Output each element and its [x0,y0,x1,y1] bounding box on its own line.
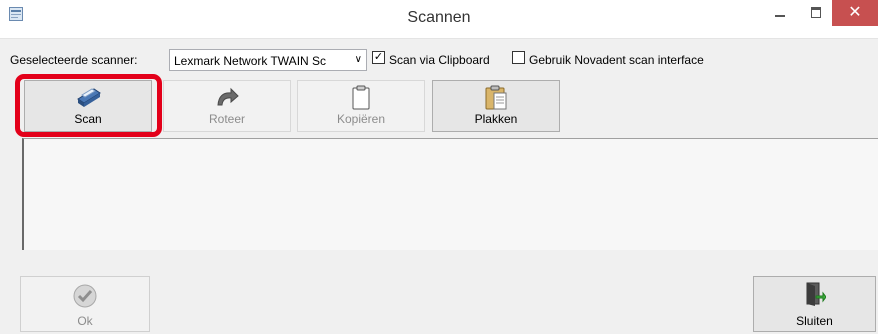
scan-via-clipboard-checkbox[interactable]: ✓ [372,51,385,64]
scanner-select-value: Lexmark Network TWAIN Sc [174,54,327,68]
scanner-label: Geselecteerde scanner: [10,53,138,67]
minimize-button[interactable] [766,0,794,26]
roteer-button[interactable]: Roteer [163,80,291,132]
kopieren-button[interactable]: Kopiëren [297,80,425,132]
ok-button[interactable]: Ok [20,276,150,332]
plakken-button[interactable]: Plakken [432,80,560,132]
chevron-down-icon: ∨ [354,54,362,65]
novadent-interface-checkbox[interactable] [512,51,525,64]
close-icon: ✕ [848,4,862,21]
window-title: Scannen [407,9,471,26]
scan-via-clipboard-label[interactable]: Scan via Clipboard [389,53,490,67]
scanner-select[interactable]: Lexmark Network TWAIN Sc ∨ [169,49,367,71]
roteer-button-label: Roteer [208,112,246,126]
kopieren-button-label: Kopiëren [336,112,386,126]
close-button[interactable]: ✕ [832,0,878,26]
scan-preview-area [22,138,878,250]
plakken-button-label: Plakken [474,112,518,126]
maximize-button[interactable] [802,0,830,26]
minimize-icon [775,15,785,17]
checkmark-icon [73,284,97,308]
maximize-icon [811,7,821,18]
exit-door-icon [806,282,826,306]
rotate-icon [217,87,239,106]
paste-icon [485,85,507,110]
sluiten-button[interactable]: Sluiten [753,276,876,332]
novadent-interface-label[interactable]: Gebruik Novadent scan interface [529,53,704,67]
scan-highlight-annotation [15,74,162,137]
ok-button-label: Ok [77,314,93,328]
title-bar: Scannen ✕ [0,0,878,39]
clipboard-icon [352,85,370,110]
sluiten-button-label: Sluiten [796,314,833,328]
